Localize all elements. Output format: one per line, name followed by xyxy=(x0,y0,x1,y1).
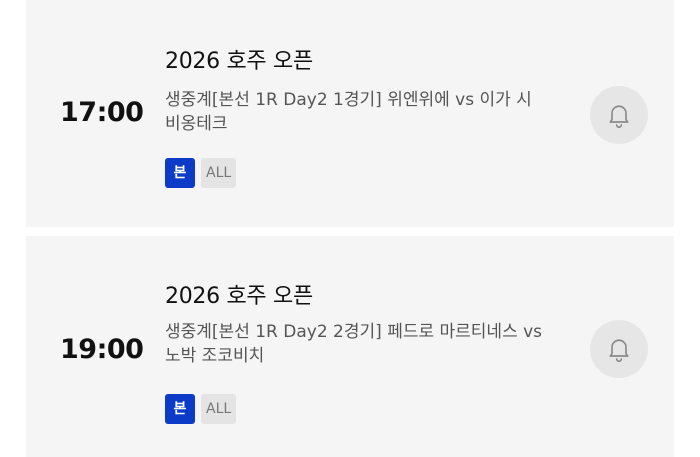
original-badge: 본 xyxy=(165,158,195,188)
original-badge: 본 xyxy=(165,394,195,424)
age-rating-badge: ALL xyxy=(201,394,237,424)
badge-group: 본 ALL xyxy=(165,394,237,424)
schedule-list: 17:00 2026 호주 오픈 생중계[본선 1R Day2 1경기] 위엔위… xyxy=(0,0,700,457)
age-rating-badge: ALL xyxy=(201,158,237,188)
bell-icon xyxy=(609,105,629,129)
schedule-item[interactable]: 19:00 2026 호주 오픈 생중계[본선 1R Day2 2경기] 페드로… xyxy=(26,236,674,457)
match-time: 19:00 xyxy=(60,334,144,365)
schedule-item[interactable]: 17:00 2026 호주 오픈 생중계[본선 1R Day2 1경기] 위엔위… xyxy=(26,0,674,227)
match-title: 2026 호주 오픈 xyxy=(165,49,313,74)
alert-button[interactable] xyxy=(590,86,648,144)
bell-icon xyxy=(609,339,629,363)
badge-group: 본 ALL xyxy=(165,158,237,188)
match-time: 17:00 xyxy=(60,97,144,128)
match-description: 생중계[본선 1R Day2 2경기] 페드로 마르티네스 vs 노박 조코비치 xyxy=(165,322,543,366)
match-title: 2026 호주 오픈 xyxy=(165,284,313,309)
match-description: 생중계[본선 1R Day2 1경기] 위엔위에 vs 이가 시비옹테크 xyxy=(165,90,532,134)
alert-button[interactable] xyxy=(590,320,648,378)
